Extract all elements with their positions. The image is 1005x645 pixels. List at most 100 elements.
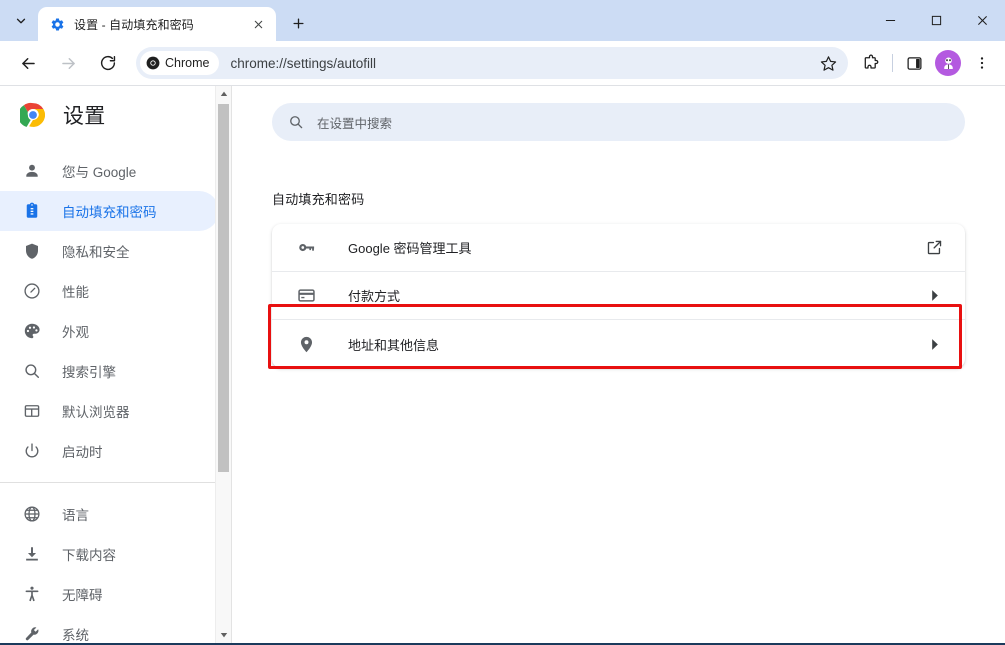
triangle-down-icon — [220, 633, 227, 638]
url-text[interactable]: chrome://settings/autofill — [230, 56, 814, 71]
search-icon — [288, 114, 304, 130]
row-label: 地址和其他信息 — [348, 337, 440, 353]
accessibility-icon — [22, 584, 42, 604]
sidebar-item-label: 外观 — [62, 325, 89, 340]
chrome-logo-icon — [146, 56, 160, 70]
row-payment-methods[interactable]: 付款方式 — [272, 272, 965, 320]
shield-icon — [22, 241, 42, 261]
tab-title: 设置 - 自动填充和密码 — [74, 17, 194, 32]
sidebar-item-label: 您与 Google — [62, 165, 137, 180]
autofill-card: Google 密码管理工具 付款方式 地址和其他信息 — [272, 224, 965, 368]
sidebar-item-autofill-and-passwords[interactable]: 自动填充和密码 — [0, 191, 219, 231]
browser-toolbar: Chrome chrome://settings/autofill — [0, 41, 1005, 85]
sidebar-item-label: 启动时 — [62, 445, 103, 460]
section-title: 自动填充和密码 — [272, 192, 365, 207]
profile-avatar[interactable] — [935, 50, 961, 76]
three-dots-vertical-icon — [980, 57, 984, 69]
sidebar-item-label: 下载内容 — [62, 548, 116, 563]
tab-settings[interactable]: 设置 - 自动填充和密码 — [38, 7, 276, 41]
sidebar-item-label: 语言 — [62, 508, 89, 523]
arrow-left-icon — [21, 57, 35, 69]
credit-card-icon — [296, 286, 316, 306]
chrome-origin-chip: Chrome — [140, 51, 220, 75]
chrome-logo-icon — [20, 102, 45, 127]
sidebar-scrollbar[interactable] — [215, 86, 231, 643]
chevron-right-icon[interactable] — [923, 333, 945, 355]
sidebar-divider — [0, 482, 231, 483]
palette-icon — [22, 321, 42, 341]
page-title: 设置 — [63, 104, 106, 128]
scrollbar-track[interactable] — [216, 102, 231, 627]
browser-window-icon — [22, 401, 42, 421]
row-addresses-and-more[interactable]: 地址和其他信息 — [272, 320, 965, 368]
avatar-icon — [943, 57, 953, 69]
back-button[interactable] — [12, 47, 44, 79]
sidebar-item-on-startup[interactable]: 启动时 — [0, 431, 219, 471]
side-panel-icon — [906, 56, 922, 70]
power-icon — [22, 441, 42, 461]
settings-content: 在设置中搜索 自动填充和密码 Google 密码管理工具 付款方式 地址和其他信… — [232, 86, 1005, 643]
new-tab-button[interactable] — [284, 9, 312, 37]
search-placeholder: 在设置中搜索 — [317, 116, 393, 131]
sidebar-item-label: 自动填充和密码 — [62, 205, 157, 220]
sidebar-item-system[interactable]: 系统 — [0, 614, 219, 643]
window-close-button[interactable] — [959, 0, 1005, 41]
row-google-password-manager[interactable]: Google 密码管理工具 — [272, 224, 965, 272]
search-icon — [22, 361, 42, 381]
location-pin-icon — [296, 334, 316, 354]
maximize-icon — [931, 15, 941, 26]
scroll-down-button[interactable] — [216, 627, 231, 643]
sidebar-item-privacy-and-security[interactable]: 隐私和安全 — [0, 231, 219, 271]
sidebar-item-downloads[interactable]: 下载内容 — [0, 534, 219, 574]
download-icon — [22, 544, 42, 564]
side-panel-button[interactable] — [899, 48, 929, 78]
reload-button[interactable] — [92, 47, 124, 79]
sidebar-item-default-browser[interactable]: 默认浏览器 — [0, 391, 219, 431]
sidebar-nav-list: 您与 Google 自动填充和密码 隐私和安全 性能 外观 搜索引擎 默认浏览器… — [0, 143, 231, 643]
forward-button[interactable] — [52, 47, 84, 79]
sidebar-item-label: 隐私和安全 — [62, 245, 130, 260]
extensions-button[interactable] — [856, 48, 886, 78]
sidebar-item-label: 默认浏览器 — [62, 405, 130, 420]
row-label: 付款方式 — [348, 289, 401, 304]
speedometer-icon — [22, 281, 42, 301]
open-in-new-icon[interactable] — [923, 237, 945, 259]
tab-close-button[interactable] — [248, 14, 268, 34]
key-icon — [296, 238, 316, 258]
sidebar-item-performance[interactable]: 性能 — [0, 271, 219, 311]
reload-icon — [100, 55, 116, 71]
browser-menu-button[interactable] — [967, 48, 997, 78]
sidebar-item-label: 系统 — [62, 628, 89, 643]
sidebar-item-accessibility[interactable]: 无障碍 — [0, 574, 219, 614]
chevron-right-icon[interactable] — [923, 285, 945, 307]
settings-page: 设置 您与 Google 自动填充和密码 隐私和安全 性能 外观 搜索引擎 默认… — [0, 85, 1005, 643]
address-bar[interactable]: Chrome chrome://settings/autofill — [136, 47, 848, 79]
sidebar-item-appearance[interactable]: 外观 — [0, 311, 219, 351]
minimize-icon — [885, 19, 895, 22]
settings-sidebar: 设置 您与 Google 自动填充和密码 隐私和安全 性能 外观 搜索引擎 默认… — [0, 86, 232, 643]
close-icon — [254, 20, 262, 28]
triangle-up-icon — [220, 91, 227, 96]
puzzle-piece-icon — [864, 54, 879, 69]
arrow-right-icon — [61, 57, 75, 69]
chrome-chip-label: Chrome — [165, 56, 210, 70]
chevron-down-icon — [16, 18, 26, 24]
globe-icon — [22, 504, 42, 524]
browser-window: 设置 - 自动填充和密码 Chrome chrome://settings/au… — [0, 0, 1005, 645]
sidebar-item-label: 无障碍 — [62, 588, 103, 603]
bookmark-star-icon[interactable] — [814, 49, 842, 77]
sidebar-item-languages[interactable]: 语言 — [0, 494, 219, 534]
toolbar-divider — [892, 54, 893, 72]
scroll-up-button[interactable] — [216, 86, 231, 102]
plus-icon — [292, 17, 304, 29]
scrollbar-thumb[interactable] — [218, 104, 229, 472]
sidebar-item-search-engine[interactable]: 搜索引擎 — [0, 351, 219, 391]
settings-gear-icon — [49, 16, 65, 32]
settings-search-input[interactable]: 在设置中搜索 — [272, 103, 965, 141]
tab-strip: 设置 - 自动填充和密码 — [0, 0, 1005, 41]
window-maximize-button[interactable] — [913, 0, 959, 41]
window-minimize-button[interactable] — [867, 0, 913, 41]
tab-search-button[interactable] — [6, 6, 36, 36]
sidebar-item-you-and-google[interactable]: 您与 Google — [0, 151, 219, 191]
window-controls — [867, 0, 1005, 41]
